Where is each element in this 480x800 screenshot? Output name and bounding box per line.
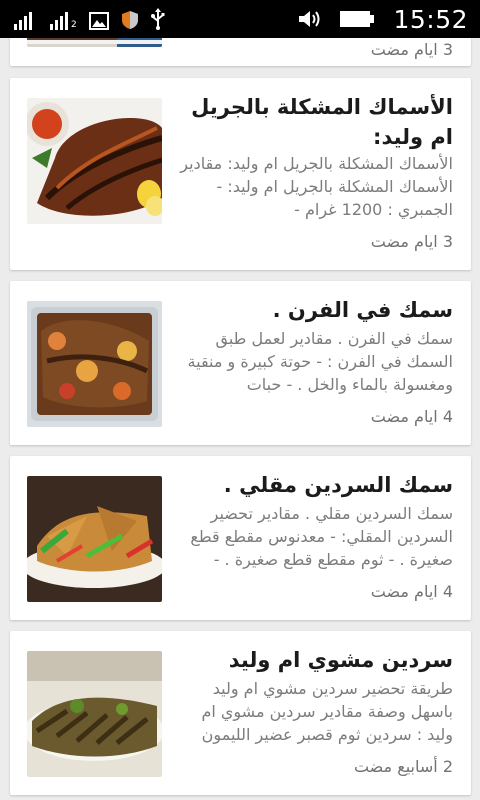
article-title[interactable]: سمك السردين مقلي . [178,470,453,500]
article-time: 3 ايام مضت [370,40,453,59]
signal-strength-sim2-icon: 2 [50,10,77,30]
volume-icon [299,11,320,27]
article-thumbnail[interactable] [27,476,162,602]
sim-slot-label: 2 [71,20,77,30]
article-thumbnail[interactable] [27,301,162,427]
article-time: 3 ايام مضت [370,232,453,251]
article-card[interactable]: سمك السردين مقلي . سمك السردين مقلي . مق… [10,456,471,620]
article-excerpt: طريقة تحضير سردين مشوي ام وليد باسهل وصف… [201,679,453,744]
article-excerpt: سمك السردين مقلي . مقادير تحضير السردين … [190,504,453,569]
article-thumbnail[interactable] [27,38,162,47]
article-card[interactable]: سمك في الفرن . سمك في الفرن . مقادير لعم… [10,281,471,445]
article-excerpt: سمك في الفرن . مقادير لعمل طبق السمك في … [187,329,453,394]
article-thumbnail[interactable] [27,651,162,777]
article-card[interactable]: الأسماك المشكلة بالجريل ام وليد: الأسماك… [10,78,471,270]
article-feed[interactable]: 3 ايام مضت الأسماك المشكلة بالجريل ام ول… [0,38,480,800]
image-icon [88,12,109,30]
article-title[interactable]: الأسماك المشكلة بالجريل ام وليد: [178,92,453,152]
article-title[interactable]: سردين مشوي ام وليد [178,645,453,675]
article-time: 2 أسابيع مضت [353,757,453,776]
usb-icon [150,8,165,30]
status-clock: 15:52 [393,4,468,34]
article-card[interactable]: 3 ايام مضت [10,38,471,66]
article-title[interactable]: سمك في الفرن . [178,295,453,325]
article-time: 4 ايام مضت [370,407,453,426]
status-bar: 2 15:52 [0,0,480,38]
article-thumbnail[interactable] [27,98,162,224]
shield-icon [121,11,138,29]
article-card[interactable]: سردين مشوي ام وليد طريقة تحضير سردين مشو… [10,631,471,795]
article-time: 4 ايام مضت [370,582,453,601]
article-excerpt: الأسماك المشكلة بالجريل ام وليد: مقادير … [180,154,453,219]
battery-icon [340,11,375,27]
signal-strength-icon [14,10,32,30]
